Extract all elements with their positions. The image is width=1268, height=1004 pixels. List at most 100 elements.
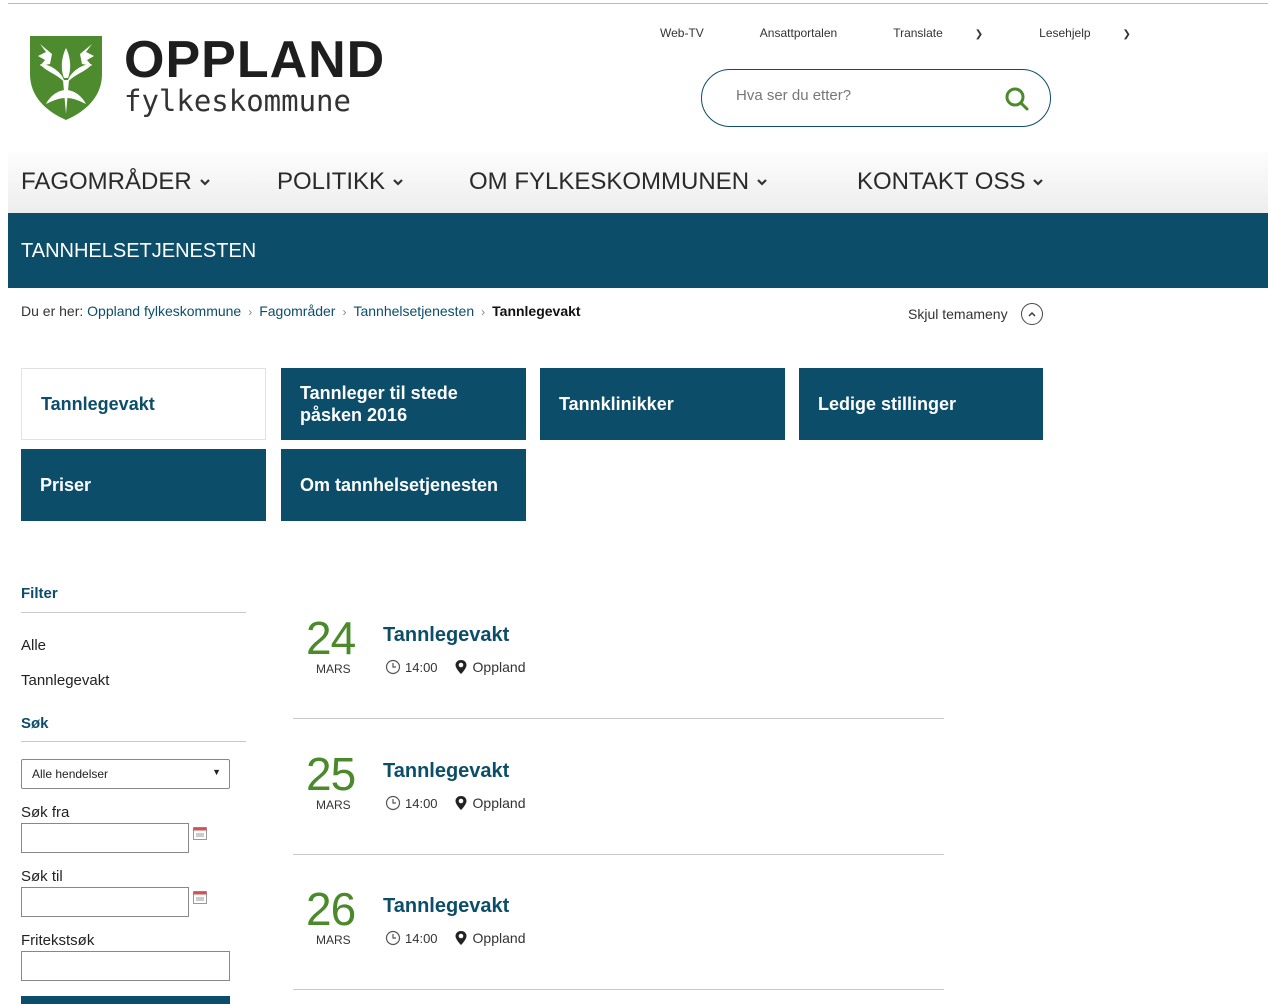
- search-icon[interactable]: [1004, 86, 1030, 112]
- event-place: Oppland: [472, 930, 526, 946]
- event-time: 14:00: [405, 795, 438, 811]
- nav-kontakt-oss[interactable]: KONTAKT OSS: [857, 168, 1044, 196]
- breadcrumb-separator: ›: [481, 305, 486, 319]
- nav-label: FAGOMRÅDER: [21, 168, 192, 195]
- breadcrumb-separator: ›: [248, 305, 253, 319]
- event-month: MARS: [316, 662, 351, 676]
- breadcrumb-current: Tannlegevakt: [492, 303, 581, 319]
- chevron-down-icon: [393, 179, 403, 186]
- freetext-label: Fritekstsøk: [21, 932, 95, 949]
- breadcrumb-link-fagomrader[interactable]: Fagområder: [259, 303, 335, 319]
- breadcrumb-prefix: Du er her:: [21, 303, 84, 319]
- chevron-down-icon: [757, 179, 767, 186]
- top-divider: [8, 3, 1268, 4]
- event-meta: 14:00 Oppland: [385, 930, 525, 946]
- tile-label: Om tannhelsetjenesten: [300, 475, 499, 495]
- toplink-lesehjelp[interactable]: Lesehjelp ❯: [1039, 26, 1159, 40]
- nav-label: POLITIKK: [277, 168, 386, 195]
- section-title[interactable]: TANNHELSETJENESTEN: [21, 240, 256, 263]
- search-heading: Søk: [21, 715, 49, 732]
- search-to-label: Søk til: [21, 868, 63, 885]
- coat-of-arms-icon: [30, 36, 102, 120]
- calendar-icon[interactable]: [193, 890, 207, 904]
- logo-title: OPPLAND: [124, 31, 386, 89]
- logo[interactable]: OPPLAND fylkeskommune: [28, 34, 384, 122]
- tile-priser[interactable]: Priser: [21, 449, 266, 521]
- tile-label: Ledige stillinger: [818, 394, 957, 414]
- event-time: 14:00: [405, 659, 438, 675]
- event-item: 26 MARS Tannlegevakt 14:00 Oppland: [293, 886, 944, 1004]
- nav-label: KONTAKT OSS: [857, 168, 1026, 195]
- clock-icon: [385, 930, 401, 946]
- divider: [21, 741, 246, 742]
- event-title-link[interactable]: Tannlegevakt: [383, 895, 509, 918]
- filter-option-alle[interactable]: Alle: [21, 637, 46, 654]
- search-from-input[interactable]: [21, 823, 189, 853]
- dropdown-arrow-icon: ▼: [212, 767, 221, 777]
- event-item: 24 MARS Tannlegevakt 14:00 Oppland: [293, 615, 944, 750]
- logo-subtitle: fylkeskommune: [124, 84, 351, 118]
- calendar-icon[interactable]: [193, 826, 207, 840]
- event-type-select[interactable]: Alle hendelser ▼: [21, 759, 230, 789]
- tile-tannklinikker[interactable]: Tannklinikker: [540, 368, 785, 440]
- tile-label: Tannlegevakt: [41, 394, 155, 414]
- filter-heading: Filter: [21, 585, 58, 602]
- breadcrumb-link-oppland[interactable]: Oppland fylkeskommune: [87, 303, 241, 319]
- chevron-down-icon: [199, 179, 210, 186]
- breadcrumb: Du er her: Oppland fylkeskommune › Fagområ…: [21, 303, 581, 319]
- event-meta: 14:00 Oppland: [385, 795, 525, 811]
- location-pin-icon: [455, 660, 467, 674]
- filter-option-tannlegevakt[interactable]: Tannlegevakt: [21, 672, 109, 689]
- freetext-input[interactable]: [21, 951, 230, 981]
- event-item: 25 MARS Tannlegevakt 14:00 Oppland: [293, 751, 944, 886]
- search-submit-button[interactable]: [21, 996, 230, 1004]
- tile-ledige-stillinger[interactable]: Ledige stillinger: [799, 368, 1043, 440]
- nav-label: OM FYLKESKOMMUNEN: [469, 168, 750, 195]
- divider: [293, 718, 944, 719]
- tile-om-tannhelsetjenesten[interactable]: Om tannhelsetjenesten: [281, 449, 526, 521]
- chevron-down-icon: ❯: [1122, 29, 1131, 40]
- tile-tannleger-paasken[interactable]: Tannleger til stede påsken 2016: [281, 368, 526, 440]
- divider: [21, 612, 246, 613]
- section-header: TANNHELSETJENESTEN: [8, 213, 1268, 288]
- nav-om-fylkeskommunen[interactable]: OM FYLKESKOMMUNEN: [469, 168, 767, 196]
- toplink-web-tv[interactable]: Web-TV: [660, 26, 732, 40]
- search-from-label: Søk fra: [21, 804, 70, 821]
- toplink-ansattportalen[interactable]: Ansattportalen: [760, 26, 865, 40]
- tile-label: Tannklinikker: [559, 394, 674, 414]
- event-month: MARS: [316, 933, 351, 947]
- chevron-down-icon: [1033, 179, 1044, 186]
- tile-label: Priser: [40, 475, 92, 495]
- hide-theme-menu-toggle[interactable]: Skjul temameny: [908, 303, 1043, 325]
- event-day: 25: [306, 748, 356, 800]
- event-place: Oppland: [472, 659, 526, 675]
- utility-links: Web-TV Ansattportalen Translate ❯ Lesehje…: [660, 26, 1187, 40]
- event-day: 26: [306, 883, 356, 935]
- location-pin-icon: [455, 931, 467, 945]
- hide-menu-label: Skjul temameny: [908, 306, 1008, 322]
- toplink-translate[interactable]: Translate ❯: [893, 26, 1011, 40]
- breadcrumb-separator: ›: [342, 305, 347, 319]
- clock-icon: [385, 795, 401, 811]
- event-day: 24: [306, 612, 356, 664]
- nav-politikk[interactable]: POLITIKK: [277, 168, 403, 196]
- select-value: Alle hendelser: [32, 767, 109, 781]
- event-title-link[interactable]: Tannlegevakt: [383, 760, 509, 783]
- event-time: 14:00: [405, 930, 438, 946]
- chevron-down-icon: ❯: [974, 29, 984, 40]
- divider: [293, 854, 944, 855]
- tile-tannlegevakt[interactable]: Tannlegevakt: [21, 368, 266, 440]
- clock-icon: [385, 659, 401, 675]
- tile-label: Tannleger til stede påsken 2016: [300, 383, 458, 425]
- event-meta: 14:00 Oppland: [385, 659, 525, 675]
- location-pin-icon: [455, 796, 467, 810]
- search-to-input[interactable]: [21, 887, 189, 917]
- main-navigation: FAGOMRÅDER POLITIKK OM FYLKESKOMMUNEN KO…: [8, 152, 1268, 213]
- search-box: [701, 69, 1051, 127]
- event-title-link[interactable]: Tannlegevakt: [383, 624, 509, 647]
- nav-fagomrader[interactable]: FAGOMRÅDER: [21, 168, 210, 196]
- event-place: Oppland: [472, 795, 526, 811]
- breadcrumb-link-tannhelsetjenesten[interactable]: Tannhelsetjenesten: [353, 303, 474, 319]
- divider: [293, 989, 944, 990]
- search-input[interactable]: [736, 87, 986, 104]
